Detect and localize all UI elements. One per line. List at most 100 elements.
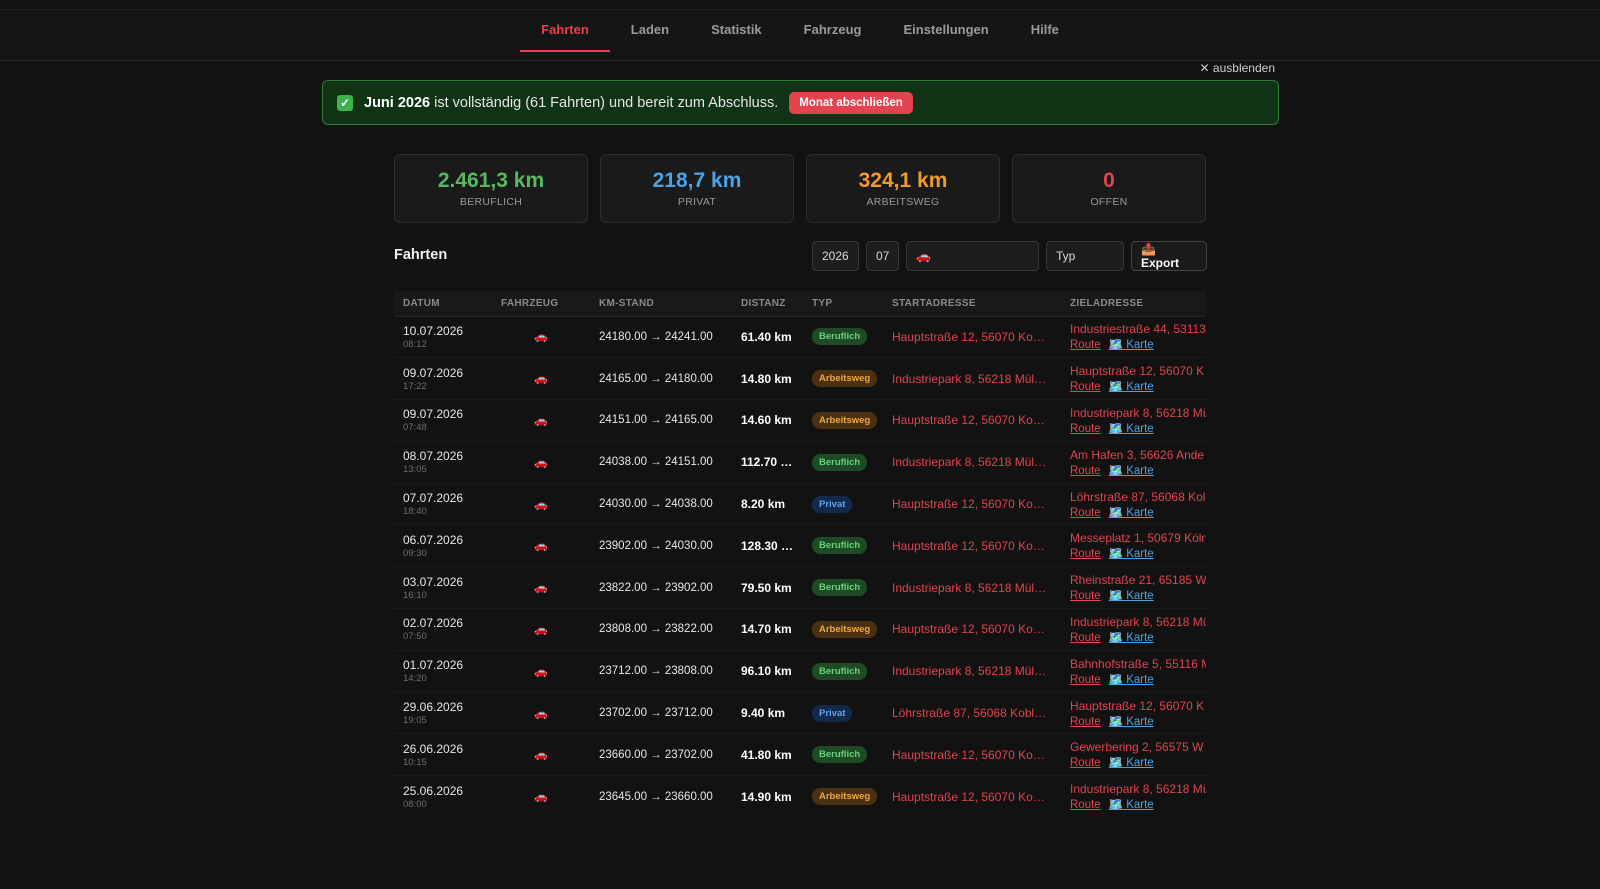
route-link[interactable]: Route xyxy=(1070,381,1101,393)
cell-datum: 09.07.2026 07:48 xyxy=(394,399,492,442)
close-month-button[interactable]: Monat abschließen xyxy=(789,91,913,114)
trip-time: 17:22 xyxy=(403,380,427,392)
header-datum[interactable]: DATUM xyxy=(394,291,492,317)
header-typ[interactable]: TYP xyxy=(803,291,883,317)
card-privat: 218,7 km PRIVAT xyxy=(600,154,794,223)
export-button[interactable]: 📤 Export xyxy=(1131,241,1207,271)
tab-fahrzeug[interactable]: Fahrzeug xyxy=(783,10,883,51)
banner-text: ist vollständig (61 Fahrten) und bereit … xyxy=(430,94,779,111)
table-row[interactable]: 29.06.2026 19:05 🚗 23702.00 → 23712.00 9.40 … xyxy=(394,692,1206,735)
trip-date: 09.07.2026 xyxy=(403,407,464,422)
cell-datum: 06.07.2026 09:30 xyxy=(394,524,492,568)
type-badge: Privat xyxy=(812,495,853,513)
route-link[interactable]: Route xyxy=(1070,339,1101,351)
hide-banner-link[interactable]: ✕ ausblenden xyxy=(1200,61,1275,75)
route-link[interactable]: Route xyxy=(1070,674,1101,686)
card-label: PRIVAT xyxy=(677,196,717,208)
route-link[interactable]: Route xyxy=(1070,716,1101,728)
table-row[interactable]: 26.06.2026 10:15 🚗 23660.00 → 23702.00 41.80… xyxy=(394,733,1206,777)
header-fahrzeug[interactable]: FAHRZEUG xyxy=(492,291,590,317)
header-startadresse[interactable]: STARTADRESSE xyxy=(883,291,1061,317)
map-link[interactable]: 🗺️ Karte xyxy=(1109,716,1154,728)
cell-distanz: 14.90 km xyxy=(732,775,803,811)
cell-zieladresse: Industriepark 8, 56218 Mü Route 🗺️ Karte xyxy=(1061,608,1206,651)
month-complete-banner: ✓ Juni 2026 ist vollständig (61 Fahrten)… xyxy=(322,80,1279,125)
cell-datum: 03.07.2026 16:10 xyxy=(394,566,492,610)
map-link[interactable]: 🗺️ Karte xyxy=(1109,674,1154,686)
cell-startadresse: Industriepark 8, 56218 Mül… xyxy=(883,650,1061,693)
table-header-row: DATUM FAHRZEUG KM-STAND DISTANZ TYP STAR… xyxy=(394,291,1206,317)
tab-statistik[interactable]: Statistik xyxy=(690,10,783,51)
type-badge: Arbeitsweg xyxy=(812,620,878,638)
table-row[interactable]: 09.07.2026 07:48 🚗 24151.00 → 24165.00 14.60… xyxy=(394,399,1206,442)
table-row[interactable]: 02.07.2026 07:50 🚗 23808.00 → 23822.00 14.70… xyxy=(394,608,1206,651)
table-row[interactable]: 01.07.2026 14:20 🚗 23712.00 → 23808.00 96.10… xyxy=(394,650,1206,693)
header-distanz[interactable]: DISTANZ xyxy=(732,291,803,317)
map-link[interactable]: 🗺️ Karte xyxy=(1109,423,1154,435)
route-link[interactable]: Route xyxy=(1070,757,1101,769)
cell-typ: Privat xyxy=(803,483,883,526)
tab-hilfe[interactable]: Hilfe xyxy=(1010,10,1080,51)
map-link[interactable]: 🗺️ Karte xyxy=(1109,381,1154,393)
year-select[interactable]: 2026 xyxy=(812,241,859,271)
card-label: OFFEN xyxy=(1090,196,1128,208)
cell-startadresse: Löhrstraße 87, 56068 Kobl… xyxy=(883,692,1061,735)
table-row[interactable]: 10.07.2026 08:12 🚗 24180.00 → 24241.00 61.40… xyxy=(394,316,1206,359)
table-row[interactable]: 06.07.2026 09:30 🚗 23902.00 → 24030.00 128.3… xyxy=(394,524,1206,568)
trip-time: 10:15 xyxy=(403,756,427,768)
trip-time: 18:40 xyxy=(403,506,427,518)
cell-distanz: 79.50 km xyxy=(732,566,803,610)
cell-zieladresse: Industriestraße 44, 53113 Route 🗺️ Karte xyxy=(1061,316,1206,359)
cell-datum: 29.06.2026 19:05 xyxy=(394,692,492,735)
vehicle-select[interactable]: 🚗 xyxy=(906,241,1039,271)
route-link[interactable]: Route xyxy=(1070,590,1101,602)
car-icon: 🚗 xyxy=(492,566,590,610)
type-badge: Beruflich xyxy=(812,328,868,346)
cell-zieladresse: Hauptstraße 12, 56070 K Route 🗺️ Karte xyxy=(1061,357,1206,401)
car-icon: 🚗 xyxy=(492,650,590,693)
map-link[interactable]: 🗺️ Karte xyxy=(1109,507,1154,519)
cell-distanz: 14.80 km xyxy=(732,357,803,401)
ziel-address: Hauptstraße 12, 56070 K xyxy=(1070,364,1205,379)
car-icon: 🚗 xyxy=(492,399,590,442)
trip-time: 09:30 xyxy=(403,547,427,559)
table-row[interactable]: 09.07.2026 17:22 🚗 24165.00 → 24180.00 14.80… xyxy=(394,357,1206,401)
cell-zieladresse: Bahnhofstraße 5, 55116 M Route 🗺️ Karte xyxy=(1061,650,1206,693)
trip-date: 02.07.2026 xyxy=(403,616,464,631)
table-row[interactable]: 07.07.2026 18:40 🚗 24030.00 → 24038.00 8.20 … xyxy=(394,483,1206,526)
cell-distanz: 8.20 km xyxy=(732,483,803,526)
map-link[interactable]: 🗺️ Karte xyxy=(1109,757,1154,769)
table-row[interactable]: 03.07.2026 16:10 🚗 23822.00 → 23902.00 79.50… xyxy=(394,566,1206,610)
cell-distanz: 41.80 km xyxy=(732,733,803,777)
table-row[interactable]: 08.07.2026 13:05 🚗 24038.00 → 24151.00 112.7… xyxy=(394,441,1206,484)
cell-km-stand: 23712.00 → 23808.00 xyxy=(590,650,732,693)
cell-datum: 10.07.2026 08:12 xyxy=(394,316,492,359)
month-select[interactable]: 07 xyxy=(866,241,899,271)
map-link[interactable]: 🗺️ Karte xyxy=(1109,632,1154,644)
map-link[interactable]: 🗺️ Karte xyxy=(1109,339,1154,351)
map-link[interactable]: 🗺️ Karte xyxy=(1109,590,1154,602)
cell-datum: 07.07.2026 18:40 xyxy=(394,483,492,526)
route-link[interactable]: Route xyxy=(1070,507,1101,519)
map-link[interactable]: 🗺️ Karte xyxy=(1109,799,1154,811)
map-link[interactable]: 🗺️ Karte xyxy=(1109,465,1154,477)
route-link[interactable]: Route xyxy=(1070,548,1101,560)
map-link[interactable]: 🗺️ Karte xyxy=(1109,548,1154,560)
cell-startadresse: Hauptstraße 12, 56070 Ko… xyxy=(883,316,1061,359)
route-link[interactable]: Route xyxy=(1070,632,1101,644)
type-select[interactable]: Typ xyxy=(1046,241,1124,271)
type-badge: Beruflich xyxy=(812,746,868,764)
car-icon: 🚗 xyxy=(492,441,590,484)
cell-startadresse: Hauptstraße 12, 56070 Ko… xyxy=(883,733,1061,777)
cell-datum: 25.06.2026 08:00 xyxy=(394,775,492,811)
header-km-stand[interactable]: KM-STAND xyxy=(590,291,732,317)
trip-time: 14:20 xyxy=(403,673,427,685)
route-link[interactable]: Route xyxy=(1070,799,1101,811)
route-link[interactable]: Route xyxy=(1070,465,1101,477)
tab-laden[interactable]: Laden xyxy=(610,10,690,51)
tab-einstellungen[interactable]: Einstellungen xyxy=(882,10,1009,51)
route-link[interactable]: Route xyxy=(1070,423,1101,435)
header-zieladresse[interactable]: ZIELADRESSE xyxy=(1061,291,1206,317)
tab-fahrten[interactable]: Fahrten xyxy=(520,10,610,52)
table-row[interactable]: 25.06.2026 08:00 🚗 23645.00 → 23660.00 14.90… xyxy=(394,775,1206,811)
